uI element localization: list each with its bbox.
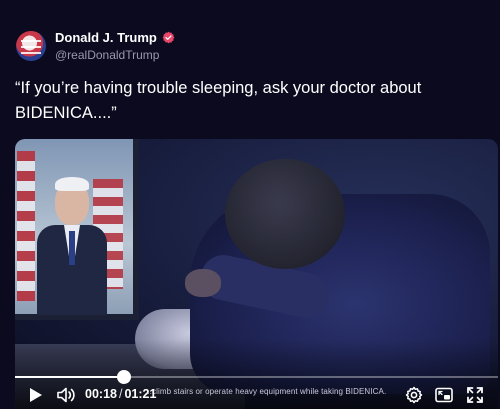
play-icon [30,388,42,402]
author-name-row: Donald J. Trump [55,30,175,45]
volume-icon [57,387,75,403]
duration: 01:21 [124,387,157,401]
video-caption: ...climb stairs or operate heavy equipme… [145,387,387,396]
avatar[interactable] [16,31,46,61]
post-header: Donald J. Trump @realDonaldTrump [16,28,175,64]
author-info: Donald J. Trump @realDonaldTrump [55,30,175,62]
time-separator: / [118,387,123,401]
author-handle[interactable]: @realDonaldTrump [55,48,175,62]
fullscreen-button[interactable] [466,386,484,404]
post-text: “If you’re having trouble sleeping, ask … [15,79,422,122]
current-time: 00:18 [85,387,117,401]
verified-badge-icon [162,31,175,44]
post-card: Donald J. Trump @realDonaldTrump “If you… [0,0,500,409]
video-player[interactable]: ...climb stairs or operate heavy equipme… [15,139,498,409]
fullscreen-icon [467,387,483,403]
volume-button[interactable] [57,386,75,404]
settings-button[interactable] [405,386,423,404]
play-button[interactable] [28,386,44,404]
settings-icon [405,386,423,404]
time-display: 00:18/01:21 [85,387,156,401]
video-tv-screen [15,139,139,320]
progress-scrubber[interactable] [117,370,131,384]
picture-in-picture-icon [435,387,453,403]
picture-in-picture-button[interactable] [435,386,453,404]
progress-fill [15,376,124,378]
author-display-name[interactable]: Donald J. Trump [55,30,157,45]
